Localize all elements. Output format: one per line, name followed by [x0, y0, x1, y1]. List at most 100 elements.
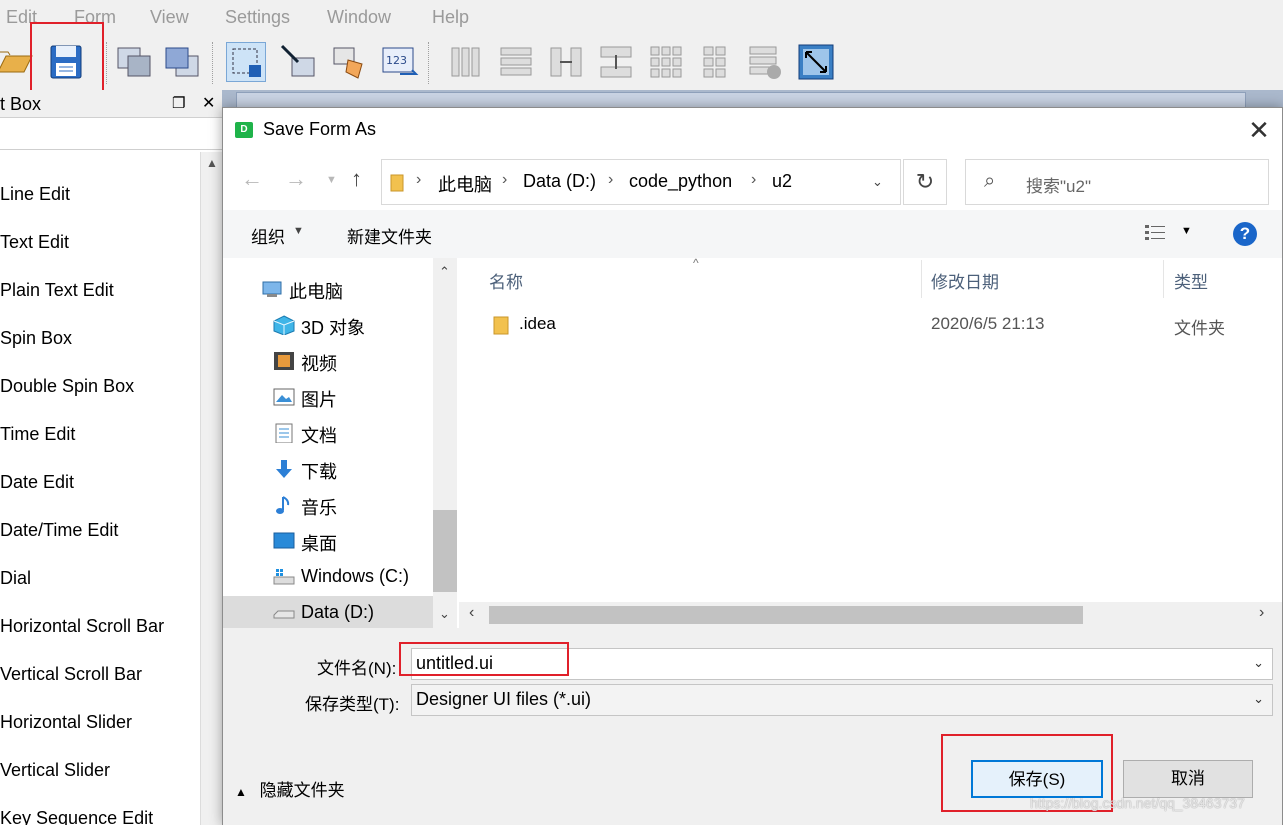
nav-item-label: 音乐 — [301, 498, 337, 518]
toolbar-separator — [212, 42, 214, 84]
layout-h-splitter-button[interactable] — [546, 42, 586, 82]
view-dropdown-icon[interactable]: ▼ — [1181, 225, 1192, 237]
nav-item-windows-c[interactable]: Windows (C:) — [223, 560, 433, 594]
organize-menu[interactable]: 组织 — [251, 223, 285, 248]
column-header-name[interactable]: 名称 — [489, 268, 523, 293]
widget-item[interactable]: Vertical Scroll Bar — [0, 664, 142, 685]
nav-item-pictures[interactable]: 图片 — [223, 380, 433, 414]
breadcrumb-code-python[interactable]: code_python — [629, 171, 732, 192]
cancel-button[interactable]: 取消 — [1123, 760, 1253, 798]
address-bar[interactable]: › 此电脑 › Data (D:) › code_python › u2 ⌄ — [381, 159, 901, 205]
back-arrow-icon[interactable]: ← — [241, 166, 263, 192]
open-form-button[interactable] — [0, 42, 34, 82]
scroll-up-icon[interactable]: ▲ — [206, 156, 218, 170]
widget-item[interactable]: Date/Time Edit — [0, 520, 118, 541]
menu-help[interactable]: Help — [432, 7, 469, 28]
scroll-up-icon[interactable]: ⌃ — [439, 264, 450, 280]
forward-arrow-icon[interactable]: → — [285, 166, 307, 192]
menu-view[interactable]: View — [150, 7, 189, 28]
breadcrumb-u2[interactable]: u2 — [772, 171, 792, 192]
3d-objects-icon — [273, 315, 295, 335]
address-dropdown-icon[interactable]: ⌄ — [872, 174, 883, 190]
horizontal-scrollbar[interactable]: ‹ › — [459, 602, 1282, 628]
refresh-button[interactable]: ↻ — [903, 159, 947, 205]
scroll-down-icon[interactable]: ⌄ — [439, 606, 450, 622]
layout-grid-button[interactable] — [646, 42, 686, 82]
column-divider[interactable] — [921, 260, 922, 298]
bring-to-front-button[interactable] — [162, 42, 202, 82]
save-highlight-box — [30, 22, 104, 96]
layout-v-splitter-button[interactable] — [596, 42, 636, 82]
search-input[interactable]: 搜索"u2" — [1026, 172, 1091, 197]
nav-item-documents[interactable]: 文档 — [223, 416, 433, 450]
close-icon[interactable]: ✕ — [202, 93, 215, 113]
widget-filter-input[interactable] — [0, 120, 222, 150]
widget-item[interactable]: Date Edit — [0, 472, 74, 493]
open-folder-icon — [0, 51, 33, 73]
widget-box-panel: t Box ❐ ✕ Line Edit Text Edit Plain Text… — [0, 90, 222, 825]
menu-settings[interactable]: Settings — [225, 7, 290, 28]
signals-slots-icon — [280, 44, 315, 77]
nav-item-data-d[interactable]: Data (D:) — [223, 596, 433, 628]
organize-dropdown-icon[interactable]: ▼ — [293, 225, 304, 237]
recent-locations-chevron-icon[interactable]: ▼ — [326, 174, 337, 186]
widget-item[interactable]: Dial — [0, 568, 31, 589]
widget-item[interactable]: Line Edit — [0, 184, 70, 205]
nav-item-3d-objects[interactable]: 3D 对象 — [223, 308, 433, 342]
adjust-size-button[interactable] — [796, 42, 836, 82]
nav-item-desktop[interactable]: 桌面 — [223, 524, 433, 558]
nav-item-label: 桌面 — [301, 534, 337, 554]
float-icon[interactable]: ❐ — [172, 94, 185, 112]
nav-item-videos[interactable]: 视频 — [223, 344, 433, 378]
close-icon: ✕ — [1248, 115, 1270, 145]
edit-tab-order-button[interactable]: 123 — [380, 42, 420, 82]
column-header-modified[interactable]: 修改日期 — [931, 268, 999, 293]
edit-buddies-button[interactable] — [330, 42, 370, 82]
layout-vertical-button[interactable] — [496, 42, 536, 82]
column-divider[interactable] — [1163, 260, 1164, 298]
new-folder-button[interactable]: 新建文件夹 — [347, 223, 432, 248]
navigation-scroll-thumb[interactable] — [433, 510, 457, 592]
widget-item[interactable]: Vertical Slider — [0, 760, 110, 781]
widget-item[interactable]: Plain Text Edit — [0, 280, 114, 301]
widget-item[interactable]: Spin Box — [0, 328, 72, 349]
edit-widgets-button[interactable] — [226, 42, 266, 82]
hide-folders-label: 隐藏文件夹 — [259, 781, 345, 800]
layout-horizontal-button[interactable] — [446, 42, 486, 82]
edit-signals-button[interactable] — [278, 42, 318, 82]
save-button[interactable]: 保存(S) — [971, 760, 1103, 798]
send-to-back-button[interactable] — [114, 42, 154, 82]
widget-box-scrollbar[interactable]: ▲ — [200, 152, 222, 825]
music-icon — [276, 496, 290, 514]
filetype-select[interactable]: Designer UI files (*.ui) ⌄ — [411, 684, 1273, 716]
widget-item[interactable]: Text Edit — [0, 232, 69, 253]
widget-item[interactable]: Double Spin Box — [0, 376, 134, 397]
filetype-dropdown-icon[interactable]: ⌄ — [1253, 691, 1264, 707]
view-options-icon[interactable] — [1145, 224, 1167, 242]
drive-d-icon — [273, 610, 295, 619]
hide-folders-toggle[interactable]: ▲ 隐藏文件夹 — [235, 776, 345, 801]
form-layout-icon — [703, 46, 726, 78]
filename-dropdown-icon[interactable]: ⌄ — [1253, 655, 1264, 671]
search-box[interactable]: ⌕ 搜索"u2" — [965, 159, 1269, 205]
nav-item-music[interactable]: 音乐 — [223, 488, 433, 522]
up-arrow-icon[interactable]: ↑ — [351, 166, 362, 192]
scroll-right-icon[interactable]: › — [1259, 604, 1264, 622]
dialog-close-button[interactable]: ✕ — [1236, 108, 1282, 154]
nav-item-this-pc[interactable]: 此电脑 — [223, 272, 433, 306]
scroll-left-icon[interactable]: ‹ — [469, 604, 474, 622]
widget-item[interactable]: Time Edit — [0, 424, 75, 445]
widget-item[interactable]: Horizontal Scroll Bar — [0, 616, 164, 637]
dialog-titlebar: D Save Form As ✕ — [223, 108, 1282, 154]
layout-form-button[interactable] — [696, 42, 736, 82]
widget-item[interactable]: Key Sequence Edit — [0, 808, 153, 825]
horizontal-scroll-thumb[interactable] — [489, 606, 1083, 624]
widget-item[interactable]: Horizontal Slider — [0, 712, 132, 733]
breadcrumb-data-drive[interactable]: Data (D:) — [523, 171, 596, 192]
breadcrumb-this-pc[interactable]: 此电脑 — [438, 171, 492, 197]
column-header-type[interactable]: 类型 — [1174, 268, 1208, 293]
break-layout-button[interactable] — [746, 42, 786, 82]
menu-window[interactable]: Window — [327, 7, 391, 28]
help-icon[interactable]: ? — [1233, 222, 1257, 246]
nav-item-downloads[interactable]: 下载 — [223, 452, 433, 486]
